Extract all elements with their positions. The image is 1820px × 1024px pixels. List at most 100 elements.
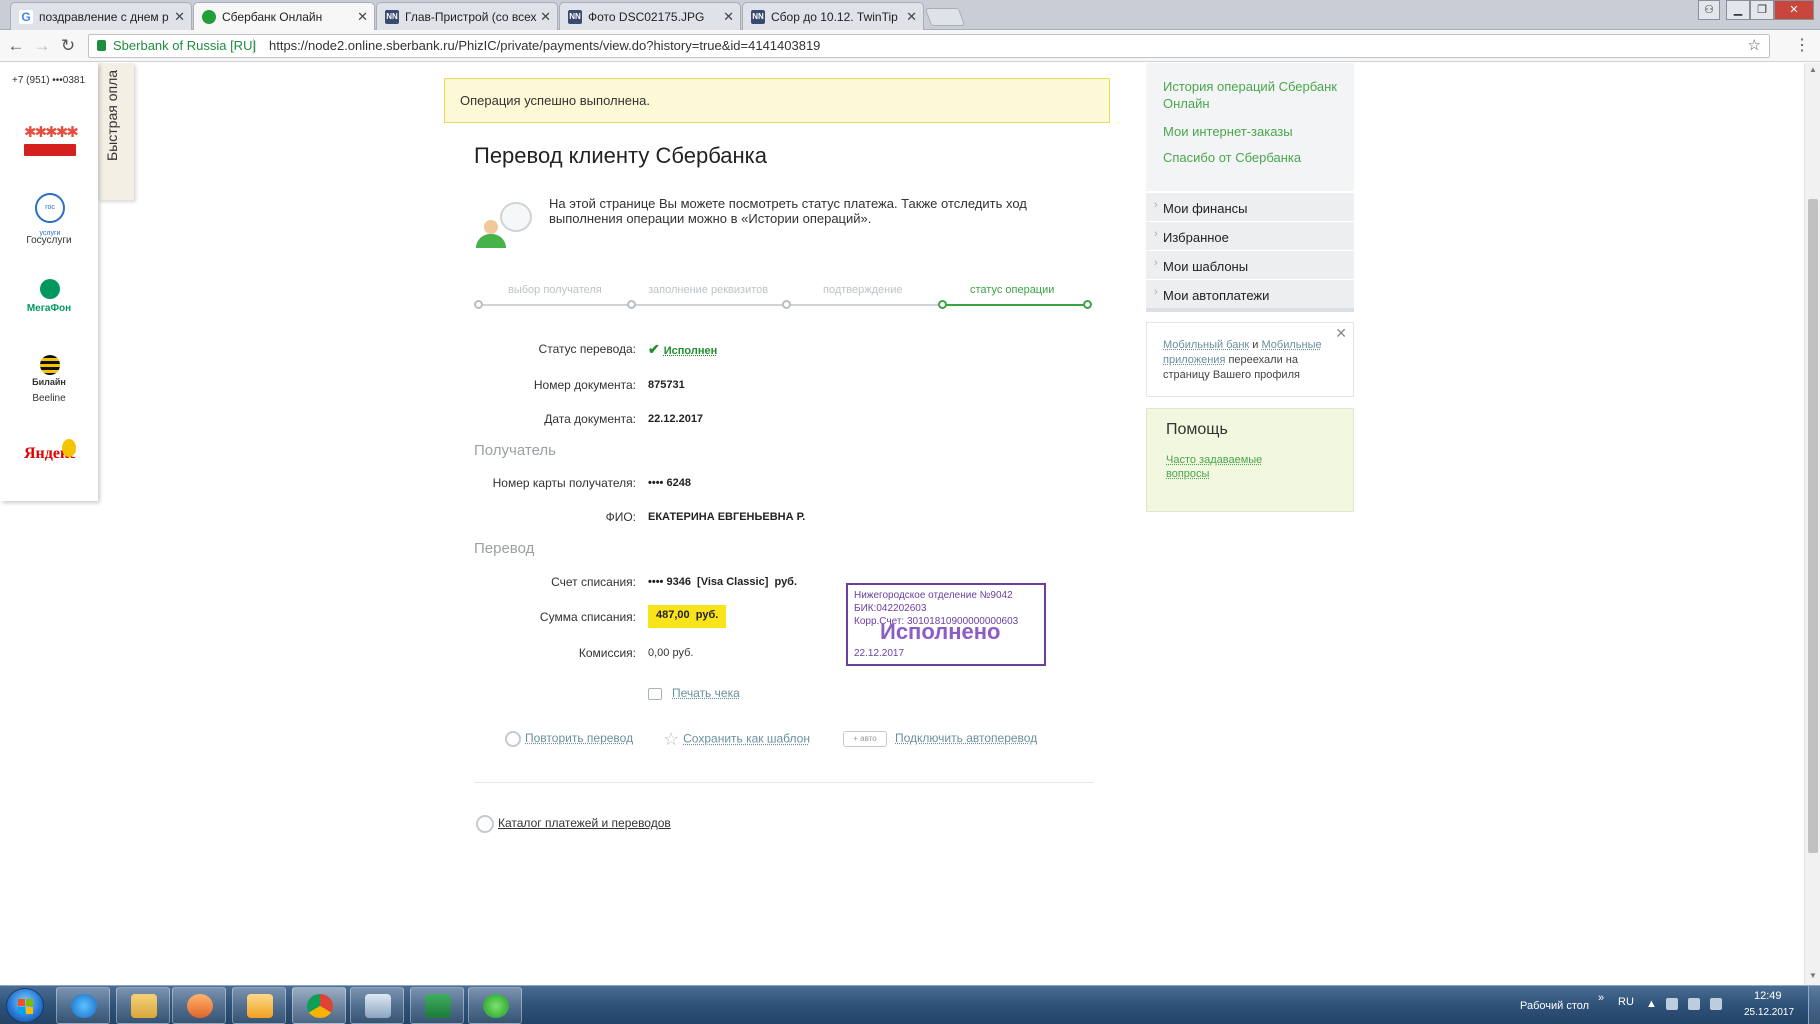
print-receipt-link[interactable]: Печать чека [648, 686, 740, 700]
star-icon: ☆ [663, 729, 680, 749]
sidebar-link-spasibo[interactable]: Спасибо от Сбербанка [1163, 149, 1301, 166]
megafon-icon[interactable] [40, 279, 60, 299]
vertical-scrollbar[interactable]: ▲ ▼ [1804, 63, 1820, 985]
volume-icon[interactable] [1710, 998, 1722, 1010]
taskbar-ie[interactable] [56, 987, 110, 1024]
close-icon[interactable]: ✕ [723, 9, 734, 25]
back-arrow-icon[interactable]: ← [6, 36, 26, 56]
gosuslugi-icon[interactable]: гос услуги [35, 193, 65, 237]
taskbar-app[interactable] [350, 987, 404, 1024]
quick-pay-tab[interactable]: Быстрая опла [98, 63, 134, 200]
divider [253, 38, 254, 54]
yandex-money-icon [62, 439, 76, 457]
stamp-line: Нижегородское отделение №9042 [854, 590, 1013, 601]
taskbar-outlook[interactable] [232, 987, 286, 1024]
sidebar-item-finances[interactable]: Мои финансы [1146, 192, 1354, 221]
window-close-icon[interactable]: ✕ [1774, 0, 1814, 20]
tab-title: Сбор до 10.12. TwinTip [771, 10, 898, 24]
stepper-line-done [942, 304, 1088, 306]
address-bar[interactable]: Sberbank of Russia [RU] https://node2.on… [88, 34, 1770, 58]
user-icon[interactable]: ⚇ [1698, 0, 1720, 20]
gosuslugi-label[interactable]: Госуслуги [0, 235, 98, 246]
start-button[interactable] [6, 988, 44, 1023]
repeat-icon [505, 731, 521, 747]
forward-arrow-icon[interactable]: → [32, 36, 52, 56]
media-player-icon [187, 994, 213, 1018]
repeat-transfer-link[interactable]: Повторить перевод [505, 731, 633, 747]
quick-pay-panel: +7 (951) •••0381 ✱✱✱✱✱ гос услуги Госусл… [0, 63, 98, 501]
close-icon[interactable]: ✕ [1335, 326, 1347, 341]
status-value[interactable]: ✔ Исполнен [648, 341, 717, 358]
restore-icon[interactable]: ❐ [1750, 0, 1774, 20]
clock-date[interactable]: 25.12.2017 [1744, 1007, 1794, 1018]
sidebar-item-templates[interactable]: Мои шаблоны [1146, 250, 1354, 279]
menu-dots-icon[interactable]: ⋮ [1794, 35, 1810, 55]
taskbar-media[interactable] [172, 987, 226, 1024]
bookmark-star-icon[interactable]: ☆ [1748, 35, 1761, 57]
sidebar-shadow [1146, 308, 1354, 312]
status-label: Статус перевода: [538, 342, 636, 356]
google-icon: G [19, 10, 33, 24]
close-icon[interactable]: ✕ [357, 9, 368, 25]
fio-value: ЕКАТЕРИНА ЕВГЕНЬЕВНА Р. [648, 511, 806, 523]
chevron-icon[interactable]: » [1598, 992, 1604, 1004]
close-icon[interactable]: ✕ [540, 9, 551, 25]
new-tab-button[interactable] [924, 8, 966, 26]
flag-icon[interactable] [1666, 998, 1678, 1010]
megafon-logo-text[interactable]: МегаФон [0, 303, 98, 314]
window-app-icon [365, 994, 391, 1018]
stamp-line: БИК:042202603 [854, 603, 927, 614]
show-desktop-button[interactable] [1808, 986, 1820, 1024]
taskbar-excel[interactable] [410, 987, 464, 1024]
commission-label: Комиссия: [578, 646, 636, 660]
site-identity[interactable]: Sberbank of Russia [RU] [113, 35, 256, 57]
tray-expand-icon[interactable]: ▲ [1646, 998, 1657, 1010]
beeline-logo-text[interactable]: Билайн [0, 377, 98, 387]
reload-icon[interactable]: ↻ [58, 36, 78, 56]
faq-link[interactable]: Часто задаваемые вопросы [1166, 453, 1276, 481]
scroll-up-icon[interactable]: ▲ [1809, 65, 1817, 74]
bank-stamp: Нижегородское отделение №9042 БИК:042202… [846, 583, 1046, 666]
tab-photo[interactable]: NN Фото DSC02175.JPG ✕ [559, 2, 741, 30]
minimize-icon[interactable]: ▁ [1726, 0, 1750, 20]
close-icon[interactable]: ✕ [174, 9, 185, 25]
network-icon[interactable] [1688, 998, 1700, 1010]
taskbar-chrome[interactable] [292, 987, 346, 1024]
windows-logo-icon [18, 999, 33, 1014]
tab-greeting[interactable]: G поздравление с днем р ✕ [10, 2, 192, 30]
language-indicator[interactable]: RU [1618, 996, 1634, 1008]
checkmark-icon: ✔ [648, 341, 660, 357]
charity-logo-icon[interactable]: ✱✱✱✱✱ [24, 123, 79, 165]
beeline-icon[interactable] [40, 355, 60, 375]
url-text[interactable]: https://node2.online.sberbank.ru/PhizIC/… [269, 35, 820, 57]
clock-time[interactable]: 12:49 [1754, 990, 1782, 1002]
sidebar-item-favorites[interactable]: Избранное [1146, 221, 1354, 250]
taskbar-e-app[interactable] [468, 987, 522, 1024]
success-banner: Операция успешно выполнена. [444, 78, 1110, 123]
browser-tab-strip: G поздравление с днем р ✕ Сбербанк Онлай… [0, 0, 1820, 31]
help-title: Помощь [1166, 421, 1228, 438]
step-dot [1083, 300, 1092, 309]
scrollbar-thumb[interactable] [1808, 199, 1818, 853]
tab-sberbank[interactable]: Сбербанк Онлайн ✕ [193, 2, 375, 31]
tab-title: Глав-Пристрой (со всех [405, 10, 537, 24]
stamp-executed: Исполнено [880, 619, 1001, 644]
save-template-link[interactable]: ☆ Сохранить как шаблон [663, 729, 810, 750]
taskbar-explorer[interactable] [116, 987, 170, 1024]
phone-number[interactable]: +7 (951) •••0381 [12, 75, 85, 86]
chrome-icon [307, 994, 333, 1018]
beeline-label[interactable]: Beeline [0, 393, 98, 404]
autopay-link[interactable]: + авто Подключить автоперевод [843, 731, 1037, 747]
desktop-toolbar-label[interactable]: Рабочий стол [1520, 1000, 1589, 1012]
sidebar-link-orders[interactable]: Мои интернет-заказы [1163, 123, 1293, 140]
nn-icon: NN [568, 10, 582, 24]
catalog-link[interactable]: Каталог платежей и переводов [476, 815, 671, 833]
sidebar-link-history[interactable]: История операций Сбербанк Онлайн [1163, 78, 1343, 112]
scroll-down-icon[interactable]: ▼ [1809, 971, 1817, 980]
tab-twintip[interactable]: NN Сбор до 10.12. TwinTip ✕ [742, 2, 924, 30]
sidebar-item-autopayments[interactable]: Мои автоплатежи [1146, 279, 1354, 308]
close-icon[interactable]: ✕ [906, 9, 917, 25]
tab-glav-pristroy[interactable]: NN Глав-Пристрой (со всех ✕ [376, 2, 558, 30]
step-label: подтверждение [823, 284, 903, 296]
mobile-bank-link[interactable]: Мобильный банк [1163, 339, 1249, 351]
